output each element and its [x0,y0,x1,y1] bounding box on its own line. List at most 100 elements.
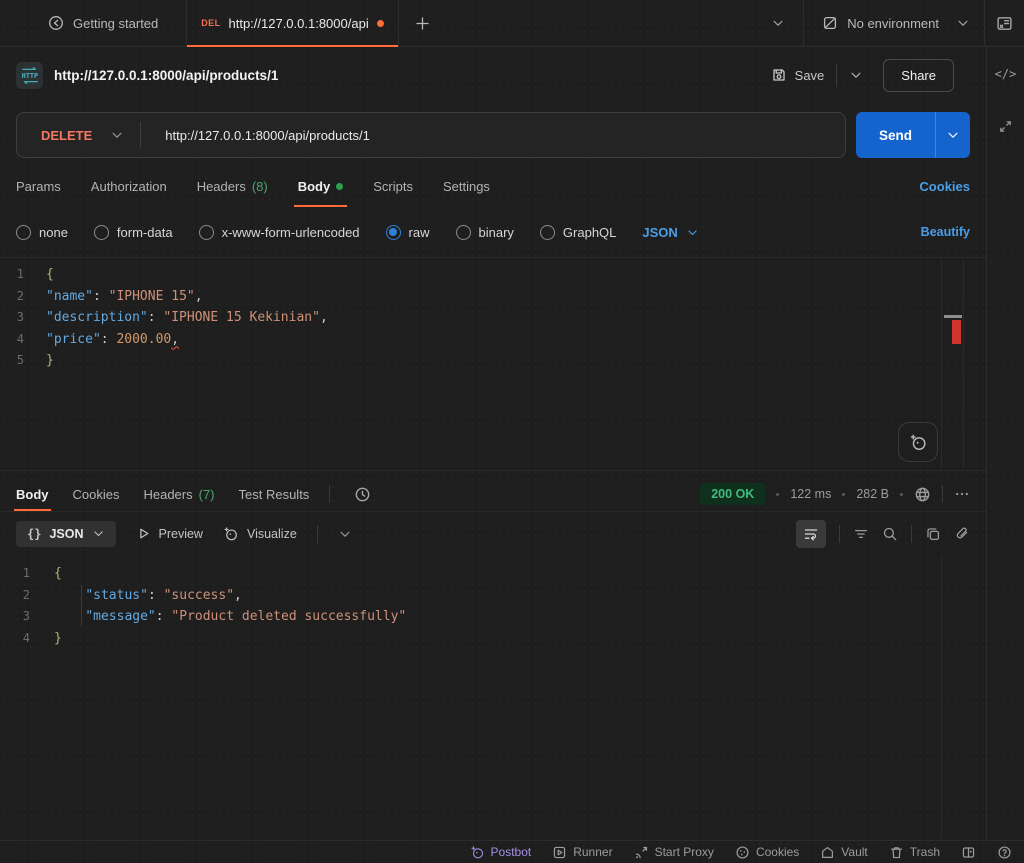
visualize-button[interactable]: Visualize [223,526,297,542]
wrap-text-button[interactable] [796,519,826,548]
network-info-button[interactable] [914,486,931,503]
statusbar-cookies[interactable]: Cookies [735,845,799,860]
mode-x-www-form-urlencoded[interactable]: x-www-form-urlencoded [198,224,360,240]
preview-button[interactable]: Preview [136,526,203,541]
code-token: "IPHONE 15" [108,288,195,304]
tab-body[interactable]: Body [293,165,347,207]
copy-button[interactable] [925,526,941,542]
editor-scroll-track[interactable] [941,557,942,838]
tab-scripts[interactable]: Scripts [373,165,413,207]
two-pane-view-button[interactable] [961,845,976,860]
method-label: DELETE [41,127,93,143]
code-icon: </> [994,67,1017,81]
cookies-link[interactable]: Cookies [919,179,970,194]
line-number: 2 [16,288,24,303]
tab-test-results[interactable]: Test Results [239,477,310,511]
proxy-icon [635,846,647,858]
code-snippet-button[interactable]: </> [995,67,1017,81]
wrap-text-icon [804,528,818,540]
body-mode-bar: none form-data x-www-form-urlencoded raw… [0,207,986,257]
code-token: { [54,566,62,581]
visualize-options-button[interactable] [338,527,352,541]
vault-icon [822,846,834,858]
tab-list-button[interactable] [753,16,803,30]
mode-raw[interactable]: raw [385,224,430,240]
url-input[interactable]: http://127.0.0.1:8000/api/products/1 [165,128,370,143]
editor-scroll-track[interactable] [941,260,942,468]
editor-lines: 1{2 "name": "IPHONE 15", 3 "description": "… [0,264,986,372]
method-selector[interactable]: DELETE [17,128,140,143]
divider [942,485,943,503]
tab-response-headers[interactable]: Headers (7) [143,477,214,511]
response-time: 122 ms [790,487,832,501]
save-button[interactable]: Save [771,67,824,83]
response-history-button[interactable] [354,486,371,503]
chevron-down-icon [93,531,103,537]
mode-graphql[interactable]: GraphQL [539,224,616,240]
code-token: "description" [46,310,148,325]
tab-getting-started[interactable]: Getting started [30,0,176,46]
error-marker [952,320,961,344]
tab-response-body[interactable]: Body [14,477,50,511]
line-number: 1 [16,267,24,281]
cookie-icon [736,845,749,859]
search-button[interactable] [882,526,898,542]
statusbar-trash[interactable]: Trash [889,845,940,860]
http-icon: HTTP [21,66,38,84]
response-tabs: Body Cookies Headers (7) Test Results 20… [0,477,986,512]
history-clock-icon [355,487,370,501]
response-options-button[interactable] [954,486,970,502]
tab-params[interactable]: Params [16,165,61,207]
code-line: 1{ [0,563,986,585]
send-options-button[interactable] [936,128,970,142]
mode-binary[interactable]: binary [455,224,514,240]
expand-panel-button[interactable] [998,119,1013,134]
divider [839,524,840,543]
statusbar-runner[interactable]: Runner [552,845,613,860]
chevron-down-icon [773,20,783,26]
language-selector[interactable]: JSON [642,225,698,240]
new-tab-button[interactable] [411,12,434,35]
save-options-button[interactable] [843,64,869,86]
code-token: , [319,310,328,325]
method-badge: DEL [201,18,221,28]
status-bar: Postbot Runner Start Proxy Cookies Vault [0,840,1024,863]
environment-quick-look-button[interactable] [985,15,1024,32]
environment-selector[interactable]: No environment [804,15,984,31]
getting-started-icon [49,16,63,30]
response-format-selector[interactable]: {} JSON [16,520,116,547]
dot-separator [776,492,780,496]
tab-headers[interactable]: Headers (8) [197,165,268,207]
link-button[interactable] [954,526,970,542]
more-options-icon [956,492,968,496]
chevron-down-icon [958,20,968,26]
mode-form-data[interactable]: form-data [93,224,173,240]
code-token: "status" [85,587,148,603]
statusbar-start-proxy[interactable]: Start Proxy [634,845,714,860]
tab-authorization[interactable]: Authorization [91,165,167,207]
tab-response-cookies[interactable]: Cookies [73,477,120,511]
indent-guide [81,585,82,626]
right-sidebar: </> [986,47,1024,840]
response-body-viewer[interactable]: 1{2 "status": "success", 3 "message": "Pr… [0,555,986,840]
help-button[interactable] [997,845,1012,860]
status-badge[interactable]: 200 OK [700,483,766,505]
postbot-icon [910,434,926,450]
tab-settings[interactable]: Settings [443,165,490,207]
postbot-button[interactable] [898,422,938,462]
statusbar-vault[interactable]: Vault [820,845,868,860]
send-button[interactable]: Send [856,112,970,158]
filter-button[interactable] [853,526,869,542]
response-headers-count: (7) [198,486,215,502]
response-toolbar: {} JSON Preview Visualize [0,512,986,555]
code-token: "price" [46,331,101,347]
statusbar-postbot[interactable]: Postbot [470,845,531,860]
url-bar: DELETE http://127.0.0.1:8000/api/product… [0,103,986,165]
share-button[interactable]: Share [883,58,954,92]
request-body-editor[interactable]: 1{2 "name": "IPHONE 15", 3 "description": "… [0,257,986,471]
mode-none[interactable]: none [16,224,68,240]
beautify-link[interactable]: Beautify [921,225,970,239]
tab-active-request[interactable]: DEL http://127.0.0.1:8000/api [186,0,399,47]
line-number: 1 [22,566,30,580]
line-number: 2 [22,587,30,602]
